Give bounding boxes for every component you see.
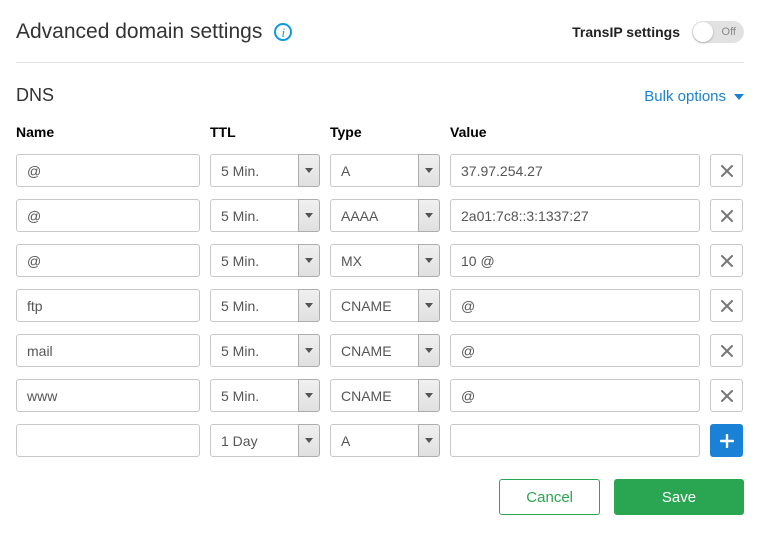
col-head-type: Type (330, 124, 440, 142)
ttl-select[interactable]: 5 Min. (210, 199, 320, 232)
delete-row-button[interactable] (710, 289, 743, 322)
col-head-name: Name (16, 124, 200, 142)
name-input[interactable] (16, 289, 200, 322)
close-icon (721, 300, 733, 312)
type-select[interactable]: A (330, 424, 440, 457)
type-select[interactable]: CNAME (330, 334, 440, 367)
chevron-down-icon (418, 424, 440, 457)
ttl-select[interactable]: 5 Min. (210, 289, 320, 322)
ttl-select[interactable]: 5 Min. (210, 154, 320, 187)
chevron-down-icon (298, 154, 320, 187)
name-input[interactable] (16, 154, 200, 187)
ttl-select-value: 5 Min. (210, 289, 298, 322)
type-select[interactable]: A (330, 154, 440, 187)
type-select-value: CNAME (330, 334, 418, 367)
delete-row-button[interactable] (710, 199, 743, 232)
ttl-select-value: 5 Min. (210, 154, 298, 187)
cancel-button-label: Cancel (526, 489, 573, 506)
bulk-options-label: Bulk options (644, 88, 726, 105)
footer: Cancel Save (16, 479, 744, 515)
value-input[interactable] (450, 379, 700, 412)
chevron-down-icon (298, 244, 320, 277)
delete-row-button[interactable] (710, 244, 743, 277)
ttl-select[interactable]: 5 Min. (210, 244, 320, 277)
dns-section-header: DNS Bulk options (16, 85, 744, 106)
ttl-select[interactable]: 1 Day (210, 424, 320, 457)
chevron-down-icon (298, 424, 320, 457)
ttl-select-value: 5 Min. (210, 244, 298, 277)
chevron-down-icon (298, 334, 320, 367)
close-icon (721, 390, 733, 402)
toggle-state-text: Off (722, 26, 736, 38)
chevron-down-icon (418, 154, 440, 187)
close-icon (721, 210, 733, 222)
close-icon (721, 345, 733, 357)
name-input[interactable] (16, 334, 200, 367)
value-input[interactable] (450, 154, 700, 187)
toggle-knob-icon (693, 22, 713, 42)
type-select-value: MX (330, 244, 418, 277)
chevron-down-icon (418, 199, 440, 232)
save-button-label: Save (662, 489, 696, 506)
ttl-select-value: 1 Day (210, 424, 298, 457)
header-right: TransIP settings Off (572, 21, 744, 43)
value-input[interactable] (450, 289, 700, 322)
delete-row-button[interactable] (710, 379, 743, 412)
name-input[interactable] (16, 199, 200, 232)
section-title: DNS (16, 85, 54, 106)
type-select[interactable]: MX (330, 244, 440, 277)
chevron-down-icon (298, 379, 320, 412)
value-input[interactable] (450, 199, 700, 232)
name-input[interactable] (16, 424, 200, 457)
type-select[interactable]: AAAA (330, 199, 440, 232)
close-icon (721, 255, 733, 267)
header: Advanced domain settings TransIP setting… (16, 20, 744, 63)
type-select-value: CNAME (330, 379, 418, 412)
transip-toggle-label: TransIP settings (572, 24, 680, 40)
type-select-value: AAAA (330, 199, 418, 232)
name-input[interactable] (16, 244, 200, 277)
chevron-down-icon (298, 199, 320, 232)
dns-table: Name TTL Type Value 5 Min. A 5 Min. AAAA 5 M… (16, 124, 744, 457)
ttl-select-value: 5 Min. (210, 379, 298, 412)
ttl-select-value: 5 Min. (210, 334, 298, 367)
type-select[interactable]: CNAME (330, 379, 440, 412)
value-input[interactable] (450, 424, 700, 457)
chevron-down-icon (418, 289, 440, 322)
type-select-value: A (330, 424, 418, 457)
ttl-select[interactable]: 5 Min. (210, 334, 320, 367)
type-select-value: CNAME (330, 289, 418, 322)
chevron-down-icon (418, 379, 440, 412)
type-select-value: A (330, 154, 418, 187)
chevron-down-icon (418, 244, 440, 277)
col-head-ttl: TTL (210, 124, 320, 142)
bulk-options-link[interactable]: Bulk options (644, 88, 744, 105)
delete-row-button[interactable] (710, 334, 743, 367)
type-select[interactable]: CNAME (330, 289, 440, 322)
ttl-select[interactable]: 5 Min. (210, 379, 320, 412)
chevron-down-icon (418, 334, 440, 367)
add-row-button[interactable] (710, 424, 743, 457)
page-title: Advanced domain settings (16, 20, 262, 44)
close-icon (721, 165, 733, 177)
cancel-button[interactable]: Cancel (499, 479, 600, 515)
name-input[interactable] (16, 379, 200, 412)
col-head-value: Value (450, 124, 700, 142)
info-icon[interactable] (274, 23, 292, 41)
chevron-down-icon (298, 289, 320, 322)
caret-down-icon (734, 94, 744, 100)
save-button[interactable]: Save (614, 479, 744, 515)
value-input[interactable] (450, 334, 700, 367)
plus-icon (720, 434, 734, 448)
value-input[interactable] (450, 244, 700, 277)
header-left: Advanced domain settings (16, 20, 292, 44)
transip-toggle[interactable]: Off (692, 21, 744, 43)
delete-row-button[interactable] (710, 154, 743, 187)
ttl-select-value: 5 Min. (210, 199, 298, 232)
